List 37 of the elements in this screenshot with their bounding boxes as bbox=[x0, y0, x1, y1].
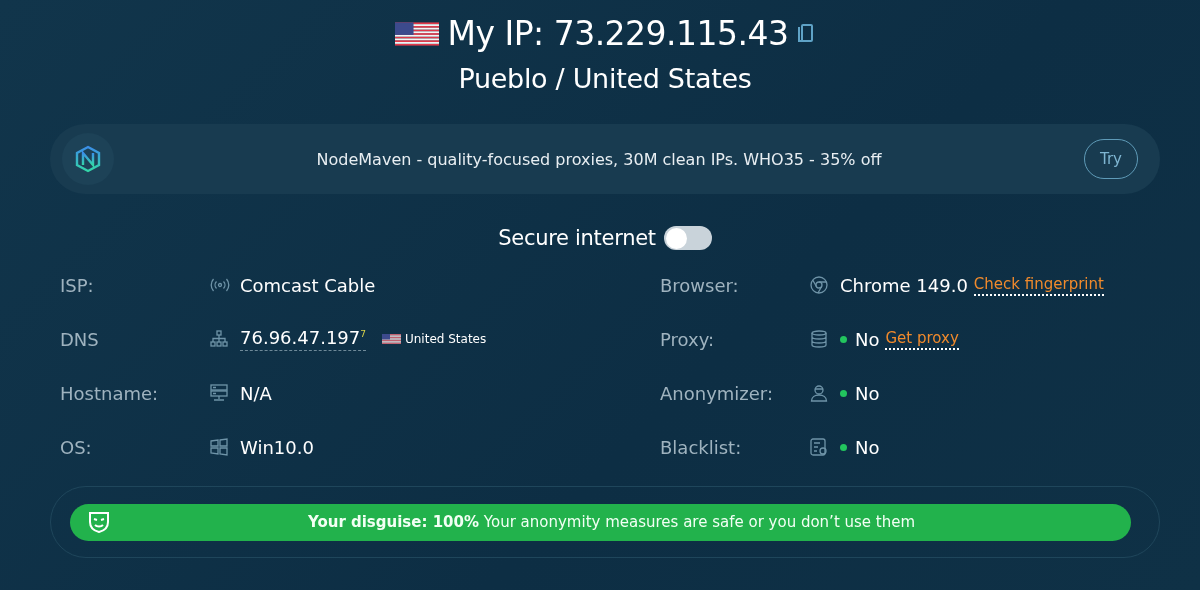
toggle-switch[interactable] bbox=[663, 226, 712, 250]
country-name: United States bbox=[404, 332, 487, 346]
mask-icon bbox=[88, 510, 110, 534]
field-value: No bbox=[855, 328, 880, 350]
location-text: Pueblo / United States bbox=[458, 63, 752, 94]
windows-icon bbox=[210, 438, 228, 456]
field-value: N/A bbox=[240, 382, 272, 404]
field-value: No bbox=[855, 436, 880, 458]
field-label: Browser: bbox=[660, 274, 740, 296]
field-value: 76.96.47.197$^{7}$ bbox=[240, 327, 366, 351]
ip-title: My IP: 73.229.115.43 bbox=[447, 14, 789, 53]
network-icon bbox=[210, 330, 228, 348]
field-value: Comcast Cable bbox=[240, 274, 376, 296]
field-label: OS: bbox=[60, 436, 93, 458]
link[interactable]: Check fingerprint bbox=[973, 274, 1104, 296]
copy-icon[interactable] bbox=[796, 22, 815, 45]
logo-icon bbox=[75, 145, 101, 173]
link[interactable]: Get proxy bbox=[885, 328, 959, 350]
secure-internet-label: Secure internet bbox=[498, 226, 656, 250]
checklist-icon bbox=[810, 438, 828, 456]
field-label: Anonymizer: bbox=[660, 382, 774, 404]
field-label: Hostname: bbox=[60, 382, 160, 404]
server-icon bbox=[210, 384, 228, 402]
field-label: Blacklist: bbox=[660, 436, 743, 458]
signal-icon bbox=[210, 278, 230, 292]
field-label: ISP: bbox=[60, 274, 95, 296]
field-label: Proxy: bbox=[660, 328, 716, 350]
field-value: No bbox=[855, 382, 880, 404]
field-label: DNS bbox=[60, 328, 100, 350]
person-icon bbox=[810, 384, 828, 402]
field-value: Chrome 149.0 bbox=[840, 274, 968, 296]
database-icon bbox=[810, 330, 828, 348]
field-value: Win10.0 bbox=[240, 436, 314, 458]
verdict-text: Your disguise: 100% Your anonymity measures are safe or you don’t use them bbox=[306, 513, 917, 531]
promo-text: NodeMaven - quality-focused proxies, 30M clean IPs. WHO35 - 35% off bbox=[315, 149, 883, 169]
flag-icon bbox=[381, 333, 401, 345]
browser-icon bbox=[810, 276, 828, 294]
